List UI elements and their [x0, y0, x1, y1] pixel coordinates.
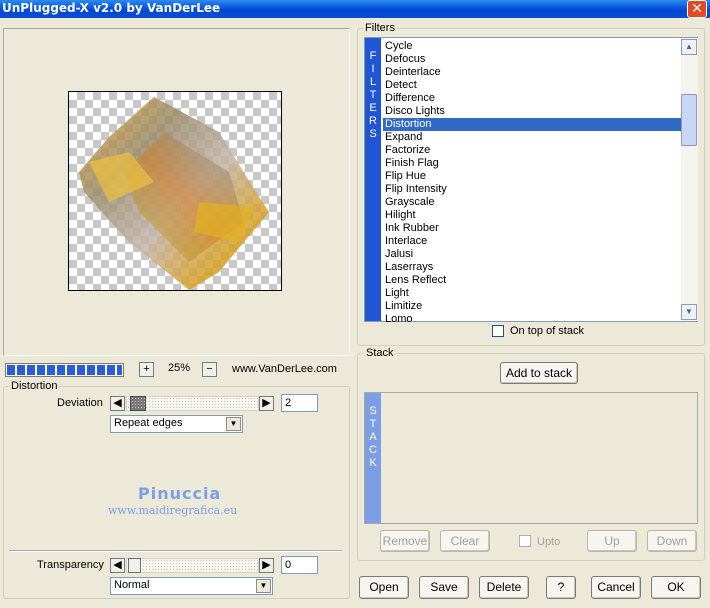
filter-list-item[interactable]: Laserrays: [383, 261, 681, 274]
filter-list-item[interactable]: Limitize: [383, 300, 681, 313]
filter-list-item[interactable]: Jalusi: [383, 248, 681, 261]
filters-scrollbar[interactable]: ▲ ▼: [681, 38, 698, 321]
open-button[interactable]: Open: [359, 576, 409, 599]
close-icon: ✕: [691, 0, 703, 16]
filters-group-label: Filters: [363, 22, 397, 34]
transparency-increase-button[interactable]: ▶: [259, 558, 274, 573]
stack-group-label: Stack: [364, 347, 396, 359]
chevron-down-icon: ▼: [226, 417, 241, 431]
window-title: UnPlugged-X v2.0 by VanDerLee: [2, 1, 221, 15]
filter-list-item[interactable]: Expand: [383, 131, 681, 144]
upto-label: Upto: [537, 536, 561, 548]
filter-list-item[interactable]: Hilight: [383, 209, 681, 222]
filter-list-item[interactable]: Grayscale: [383, 196, 681, 209]
watermark-name: Pinuccia: [138, 484, 222, 503]
transparency-slider-thumb[interactable]: [128, 558, 141, 573]
filter-list-item[interactable]: Detect: [383, 79, 681, 92]
render-progress-bar: [5, 363, 124, 377]
filters-side-bar: FILTERS: [365, 38, 381, 321]
filter-list-item[interactable]: Cycle: [383, 40, 681, 53]
filter-list-item[interactable]: Flip Hue: [383, 170, 681, 183]
transparency-slider-track[interactable]: [126, 558, 259, 573]
stack-list[interactable]: STACK: [364, 392, 698, 524]
distortion-group-label: Distortion: [9, 380, 60, 392]
filter-list-item[interactable]: Ink Rubber: [383, 222, 681, 235]
render-progress-fill: [7, 365, 122, 375]
transparency-value-field[interactable]: 0: [281, 556, 318, 574]
filters-side-letter: I: [371, 63, 375, 75]
filter-list-item[interactable]: Finish Flag: [383, 157, 681, 170]
filter-list-item[interactable]: Defocus: [383, 53, 681, 66]
preview-artwork: [79, 97, 269, 290]
scrollbar-thumb[interactable]: [681, 94, 697, 146]
help-button[interactable]: ?: [546, 576, 576, 599]
stack-side-letter: C: [369, 444, 377, 456]
arrow-right-icon: ▶: [262, 559, 271, 571]
arrow-right-icon: ▶: [262, 397, 271, 409]
ok-button[interactable]: OK: [651, 576, 701, 599]
filter-list-item[interactable]: Flip Intensity: [383, 183, 681, 196]
filter-list-item[interactable]: Interlace: [383, 235, 681, 248]
filters-side-letter: T: [369, 89, 377, 101]
on-top-of-stack-checkbox[interactable]: [492, 325, 504, 337]
arrow-left-icon: ◀: [113, 397, 122, 409]
transparency-label: Transparency: [37, 559, 104, 571]
clear-button[interactable]: Clear: [440, 530, 490, 552]
zoom-out-button[interactable]: −: [202, 362, 217, 377]
filter-list-item[interactable]: Deinterlace: [383, 66, 681, 79]
filters-side-letter: R: [369, 115, 377, 127]
save-button[interactable]: Save: [419, 576, 469, 599]
filters-side-letter: S: [369, 128, 377, 140]
filters-list[interactable]: FILTERS Cycle Defocus Deinterlace Detect Dif…: [364, 37, 698, 325]
close-button[interactable]: ✕: [687, 0, 707, 18]
filter-list-item[interactable]: Distortion: [383, 118, 681, 131]
watermark-url: www.maidiregrafica.eu: [108, 504, 238, 517]
filter-list-item[interactable]: Disco Lights: [383, 105, 681, 118]
zoom-level: 25%: [168, 362, 191, 374]
scroll-down-icon[interactable]: ▼: [681, 304, 697, 320]
stack-side-letter: K: [369, 457, 377, 469]
title-bar: UnPlugged-X v2.0 by VanDerLee ✕: [0, 0, 710, 18]
arrow-left-icon: ◀: [113, 559, 122, 571]
add-to-stack-button[interactable]: Add to stack: [500, 362, 578, 384]
delete-button[interactable]: Delete: [479, 576, 529, 599]
stack-side-letter: S: [369, 405, 377, 417]
filters-side-letter: L: [369, 76, 377, 88]
upto-checkbox[interactable]: [519, 535, 531, 547]
stack-side-bar: STACK: [365, 393, 381, 523]
filters-side-letter: E: [369, 102, 377, 114]
website-link[interactable]: www.VanDerLee.com: [232, 363, 337, 375]
deviation-value-field[interactable]: 2: [281, 394, 318, 412]
filter-list-item[interactable]: Factorize: [383, 144, 681, 157]
filter-list-item[interactable]: Difference: [383, 92, 681, 105]
filters-side-letter: F: [369, 50, 377, 62]
deviation-decrease-button[interactable]: ◀: [110, 396, 125, 411]
remove-button[interactable]: Remove: [380, 530, 430, 552]
on-top-of-stack-label: On top of stack: [510, 325, 584, 337]
preview-panel[interactable]: [3, 28, 350, 356]
down-button[interactable]: Down: [647, 530, 697, 552]
filter-list-item[interactable]: Light: [383, 287, 681, 300]
zoom-in-button[interactable]: +: [139, 362, 154, 377]
up-button[interactable]: Up: [587, 530, 637, 552]
scroll-up-icon[interactable]: ▲: [681, 39, 697, 55]
blend-mode-value: Normal: [114, 579, 150, 591]
transparency-decrease-button[interactable]: ◀: [110, 558, 125, 573]
blend-mode-select[interactable]: Normal ▼: [110, 577, 273, 595]
stack-side-letter: T: [369, 418, 377, 430]
edge-mode-value: Repeat edges: [114, 417, 183, 429]
filter-list-item[interactable]: Lens Reflect: [383, 274, 681, 287]
chevron-down-icon: ▼: [256, 579, 271, 593]
divider: [9, 550, 342, 552]
deviation-increase-button[interactable]: ▶: [259, 396, 274, 411]
stack-side-letter: A: [369, 431, 377, 443]
preview-image: [68, 91, 282, 291]
cancel-button[interactable]: Cancel: [591, 576, 641, 599]
deviation-slider-thumb[interactable]: [130, 396, 146, 411]
edge-mode-select[interactable]: Repeat edges ▼: [110, 415, 243, 433]
deviation-label: Deviation: [57, 397, 103, 409]
